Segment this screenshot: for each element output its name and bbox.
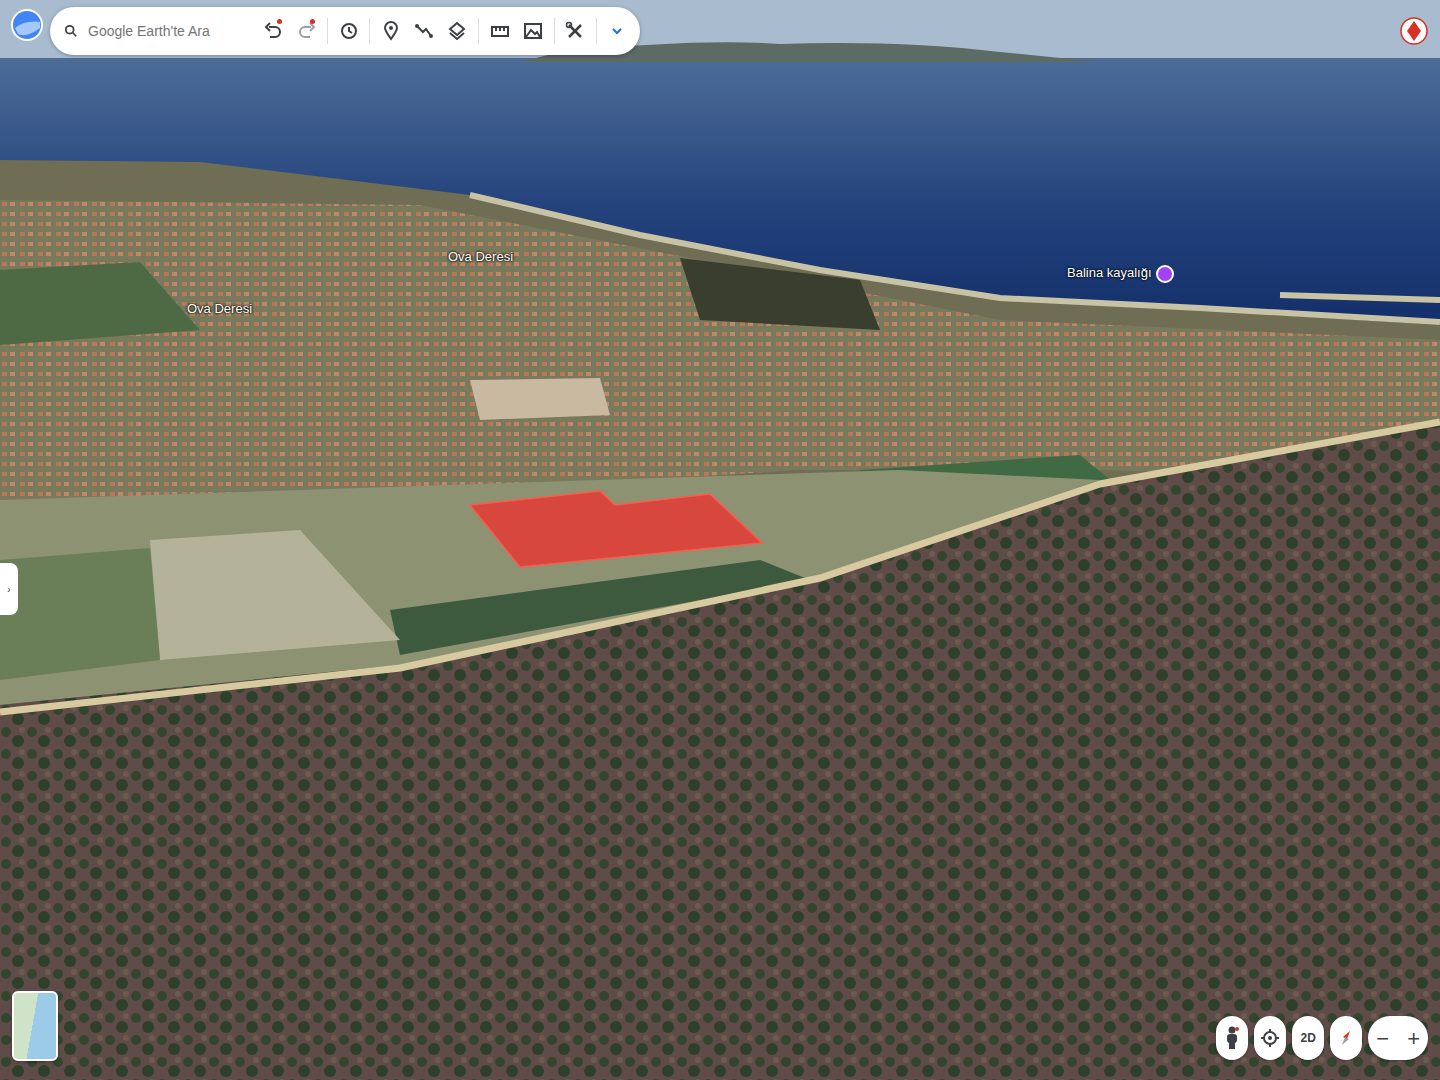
my-location-button[interactable] bbox=[1254, 1016, 1286, 1060]
river-label[interactable]: Ova Deresi bbox=[187, 299, 252, 319]
side-panel-toggle[interactable]: › bbox=[0, 563, 18, 615]
tools-icon[interactable] bbox=[563, 17, 588, 45]
account-badge-icon[interactable] bbox=[1400, 14, 1428, 48]
history-icon[interactable] bbox=[336, 17, 361, 45]
placemark-icon[interactable] bbox=[378, 17, 403, 45]
top-toolbar bbox=[50, 7, 640, 55]
street-view-button[interactable] bbox=[1216, 1016, 1248, 1060]
layers-icon[interactable] bbox=[445, 17, 470, 45]
zoom-controls: − + bbox=[1368, 1016, 1428, 1060]
terrain-imagery[interactable] bbox=[0, 0, 1440, 1080]
river-label[interactable]: Ova Deresi bbox=[448, 247, 513, 267]
ruler-icon[interactable] bbox=[487, 17, 512, 45]
zoom-out-button[interactable]: − bbox=[1376, 1022, 1389, 1055]
earth-view[interactable]: Ova Deresi Ova Deresi Balina kayalığı › 2D… bbox=[0, 0, 1440, 1080]
compass-button[interactable] bbox=[1330, 1016, 1362, 1060]
place-pin-icon[interactable] bbox=[1156, 265, 1174, 283]
compass-icon bbox=[1336, 1028, 1356, 1048]
parcel-polygon[interactable] bbox=[470, 491, 762, 567]
place-label[interactable]: Balina kayalığı bbox=[1067, 263, 1174, 283]
label-text: Ova Deresi bbox=[448, 249, 513, 264]
search-input[interactable] bbox=[86, 20, 245, 43]
label-text: Ova Deresi bbox=[187, 301, 252, 316]
earth-logo-icon[interactable] bbox=[10, 8, 44, 42]
search-box[interactable] bbox=[56, 11, 253, 51]
zoom-in-button[interactable]: + bbox=[1407, 1022, 1420, 1055]
redo-icon[interactable] bbox=[294, 17, 319, 45]
image-icon[interactable] bbox=[520, 17, 545, 45]
crosshair-icon bbox=[1260, 1028, 1280, 1048]
label-text: Balina kayalığı bbox=[1067, 265, 1152, 280]
minimap-thumbnail[interactable] bbox=[12, 991, 58, 1061]
view-2d-button[interactable]: 2D bbox=[1292, 1016, 1324, 1060]
expand-chevron-icon[interactable] bbox=[605, 17, 630, 45]
undo-icon[interactable] bbox=[261, 17, 286, 45]
path-icon[interactable] bbox=[412, 17, 437, 45]
pegman-icon bbox=[1224, 1026, 1240, 1050]
map-controls: 2D − + bbox=[1216, 1016, 1428, 1060]
search-icon bbox=[64, 23, 78, 39]
